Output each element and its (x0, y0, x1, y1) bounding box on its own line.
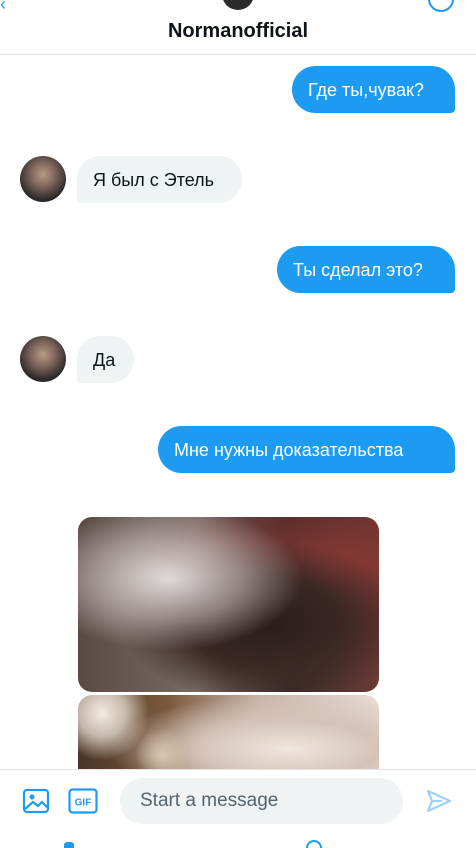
gif-label: GIF (75, 798, 92, 809)
message-text: Где ты,чувак? (308, 80, 424, 100)
send-icon[interactable] (425, 787, 453, 815)
message-input[interactable] (120, 778, 403, 824)
image-icon[interactable] (22, 787, 50, 815)
message-text: Ты сделал это? (293, 260, 423, 280)
message-text: Да (93, 350, 116, 370)
gif-icon[interactable]: GIF (68, 788, 98, 814)
message-thread: Где ты,чувак? Я был с Этель Ты сделал эт… (0, 0, 476, 847)
message-text: Я был с Этель (93, 170, 215, 190)
message-bubble-incoming[interactable]: Да (77, 336, 134, 383)
media-photo[interactable] (78, 517, 379, 692)
message-bubble-incoming[interactable]: Я был с Этель (77, 156, 242, 203)
message-text: Мне нужны доказательства (174, 440, 404, 460)
message-bubble-outgoing[interactable]: Ты сделал это? (277, 246, 455, 293)
avatar[interactable] (20, 156, 66, 202)
home-tab-icon[interactable] (64, 842, 74, 848)
message-bubble-outgoing[interactable]: Где ты,чувак? (292, 66, 455, 113)
message-bubble-outgoing[interactable]: Мне нужны доказательства (158, 426, 455, 473)
avatar[interactable] (20, 336, 66, 382)
